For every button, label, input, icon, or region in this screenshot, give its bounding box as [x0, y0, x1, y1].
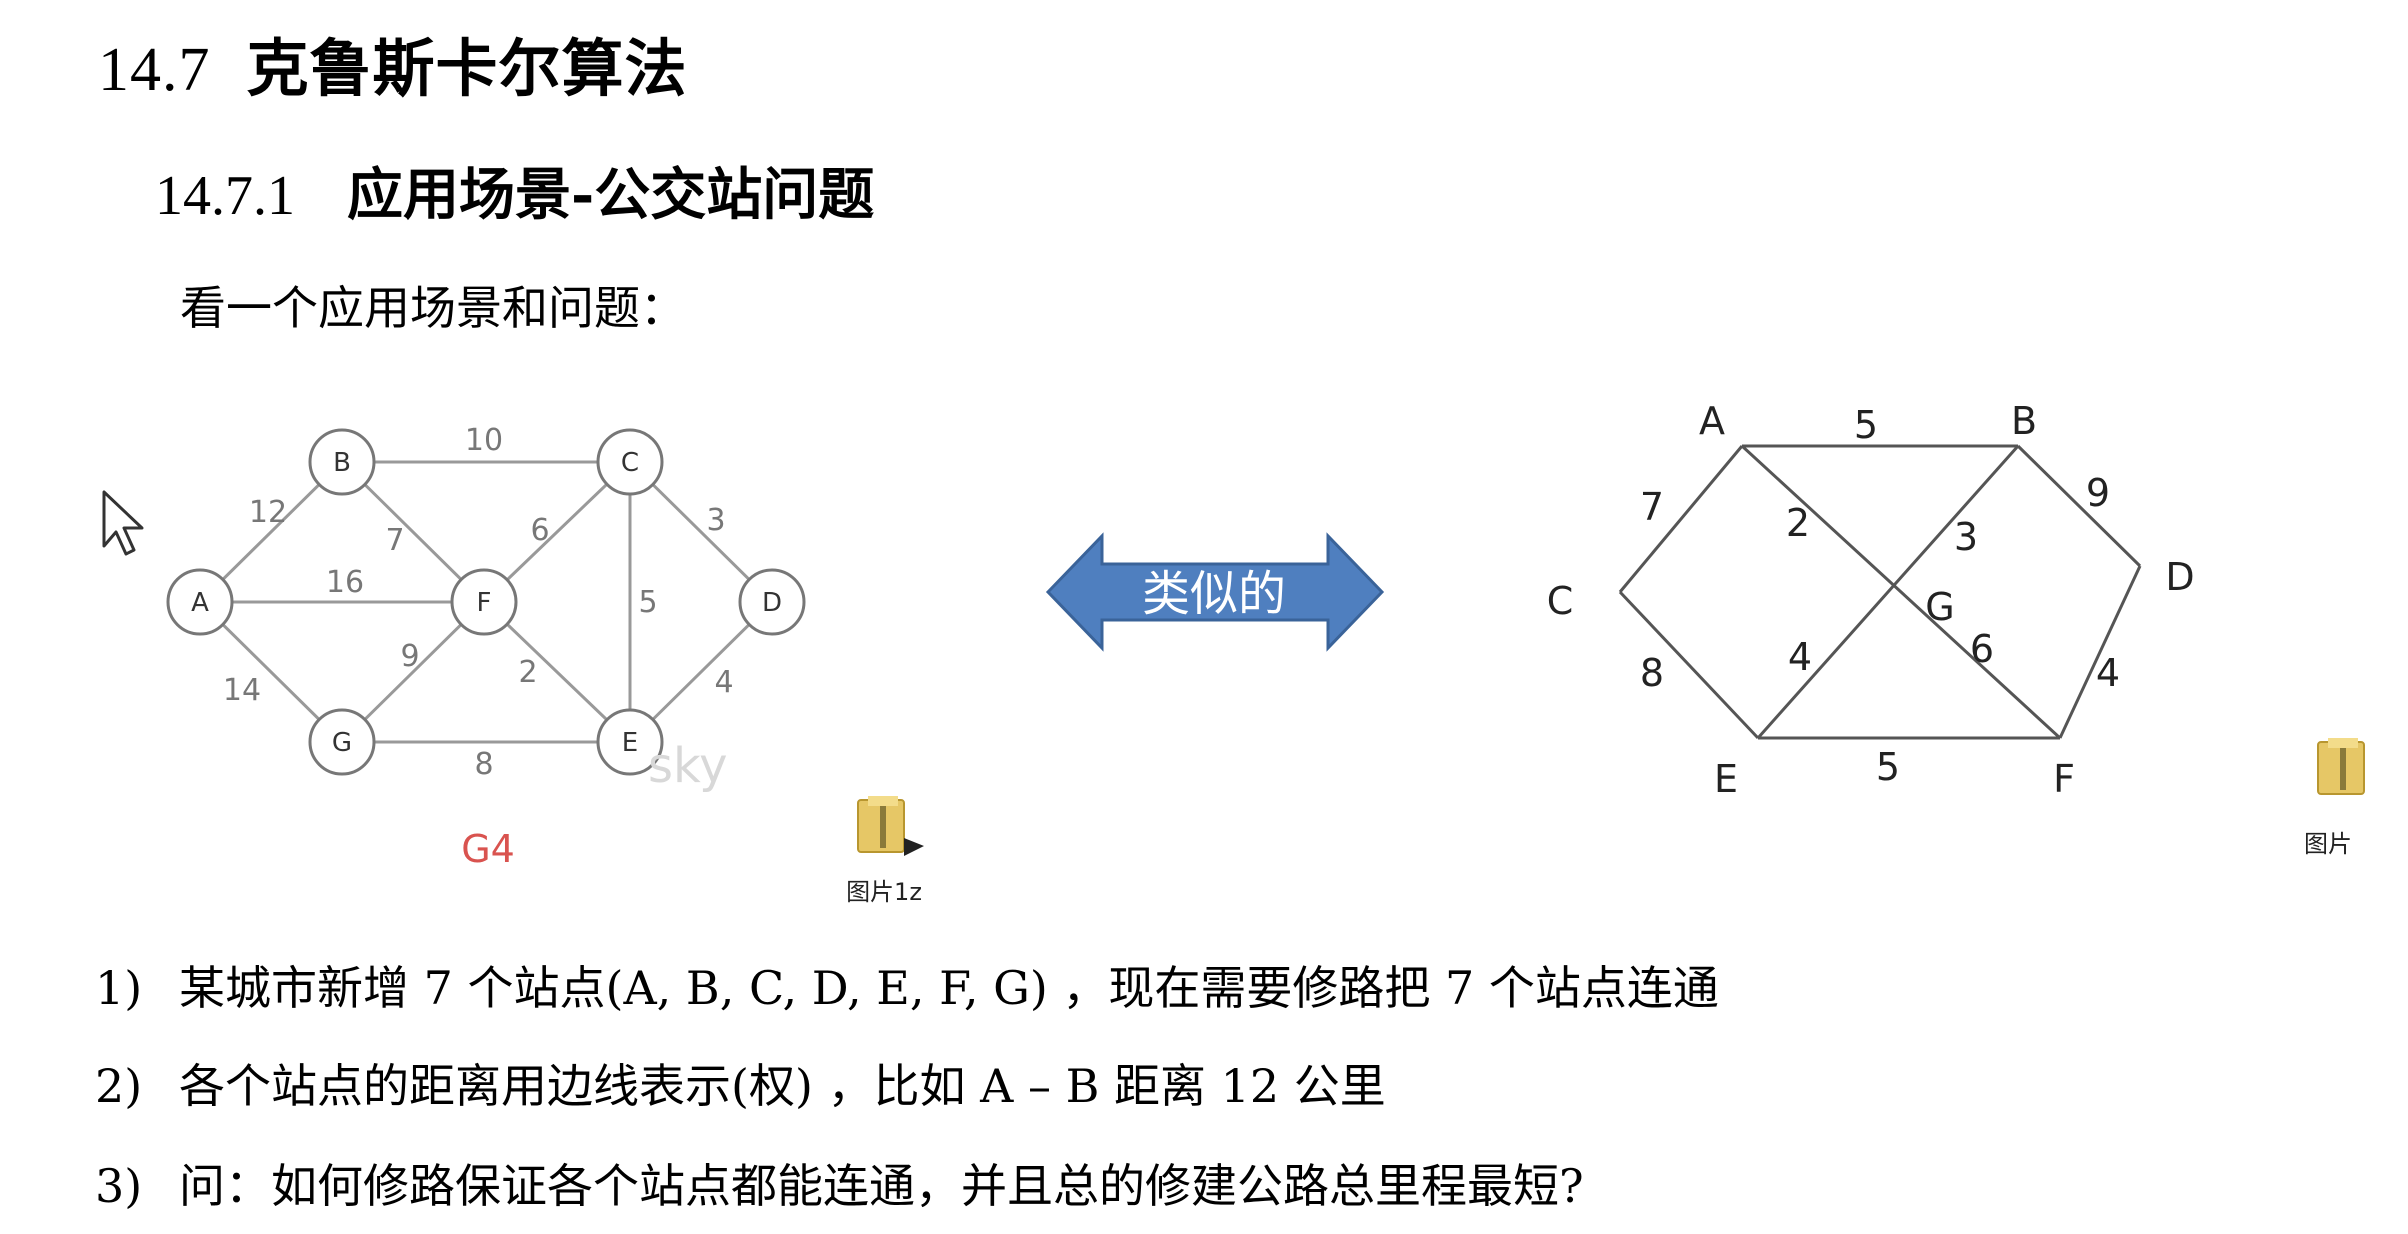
graph-caption: G4	[461, 827, 515, 871]
list-item-text: 某城市新增 7 个站点(A, B, C, D, E, F, G) ，现在需要修路…	[179, 961, 1719, 1015]
left-node-d: D	[762, 588, 782, 618]
right-edge-weight-bd: 9	[2086, 471, 2110, 515]
subsection-number: 14.7.1	[155, 165, 295, 227]
arrow-label: 类似的	[1142, 566, 1286, 622]
right-node-c: C	[1547, 579, 1574, 623]
section-number: 14.7	[98, 36, 211, 104]
right-edge-weight-ag: 2	[1786, 501, 1810, 545]
right-edge-weight-ab: 5	[1854, 403, 1878, 447]
right-graph	[1618, 444, 2142, 740]
intro-text: 看一个应用场景和问题：	[180, 281, 686, 335]
right-edge-weight-ce: 8	[1640, 651, 1664, 695]
right-node-f: F	[2053, 757, 2075, 801]
list-item: 3) 问：如何修路保证各个站点都能连通，并且总的修建公路总里程最短?	[95, 1150, 1584, 1216]
folder-zip-icon	[2317, 738, 2365, 795]
left-node-f: F	[477, 588, 492, 618]
cursor-icon	[102, 490, 144, 556]
left-edge-weight-fg: 9	[400, 639, 419, 674]
left-edge-weight-bf: 7	[385, 523, 404, 558]
left-edge-weight-fe: 2	[518, 655, 537, 690]
list-item-text: 各个站点的距离用边线表示(权) ，比如 A – B 距离 12 公里	[179, 1059, 1386, 1113]
list-marker: 1)	[95, 961, 143, 1015]
right-edge-weight-ef: 5	[1876, 745, 1900, 789]
right-node-d: D	[2165, 555, 2194, 599]
section-heading: 14.7 克鲁斯卡尔算法	[98, 18, 688, 108]
list-marker: 3)	[95, 1159, 143, 1213]
folder-zip-icon	[857, 796, 924, 856]
left-edge-weight-cd: 3	[706, 503, 725, 538]
left-node-b: B	[333, 448, 351, 478]
figure-area: A B C D E F G 12 10 16 14 7 6 3 5 9 2 8 …	[102, 399, 2365, 906]
left-edge-weight-ab: 12	[249, 495, 287, 530]
list-marker: 2)	[95, 1059, 143, 1113]
left-edge-weight-ed: 4	[714, 665, 733, 700]
right-edge-weight-gf: 6	[1970, 627, 1994, 671]
left-edge-weight-ag: 14	[223, 673, 261, 708]
right-node-e: E	[1714, 757, 1738, 801]
file-icon-label: 图片	[2304, 830, 2352, 858]
list-item: 2) 各个站点的距离用边线表示(权) ，比如 A – B 距离 12 公里	[95, 1050, 1386, 1116]
left-edge-weight-ge: 8	[474, 747, 493, 782]
left-edge-weight-ce: 5	[638, 585, 657, 620]
left-edge-weight-bc: 10	[465, 423, 503, 458]
left-edge-weight-af: 16	[326, 565, 364, 600]
list-item: 1) 某城市新增 7 个站点(A, B, C, D, E, F, G) ，现在需要…	[95, 952, 1719, 1018]
left-node-e: E	[622, 728, 638, 758]
left-node-g: G	[332, 728, 352, 758]
left-node-c: C	[621, 448, 639, 478]
subsection-heading: 14.7.1 应用场景-公交站问题	[155, 150, 874, 231]
subsection-title: 应用场景-公交站问题	[347, 162, 875, 228]
watermark-text: sky	[648, 738, 728, 794]
right-edge-weight-eg: 4	[1788, 635, 1812, 679]
right-node-a: A	[1699, 399, 1725, 443]
right-edge-weight-bg: 3	[1954, 515, 1978, 559]
right-edge-weight-df: 4	[2096, 651, 2120, 695]
left-edge-weight-fc: 6	[530, 513, 549, 548]
file-icon-label: 图片1z	[846, 878, 922, 906]
list-item-text: 问：如何修路保证各个站点都能连通，并且总的修建公路总里程最短?	[179, 1159, 1584, 1213]
section-title: 克鲁斯卡尔算法	[246, 32, 688, 105]
right-edge-weight-ac: 7	[1640, 485, 1664, 529]
right-node-b: B	[2011, 399, 2037, 443]
left-node-a: A	[191, 588, 209, 618]
right-node-g: G	[1925, 585, 1954, 629]
